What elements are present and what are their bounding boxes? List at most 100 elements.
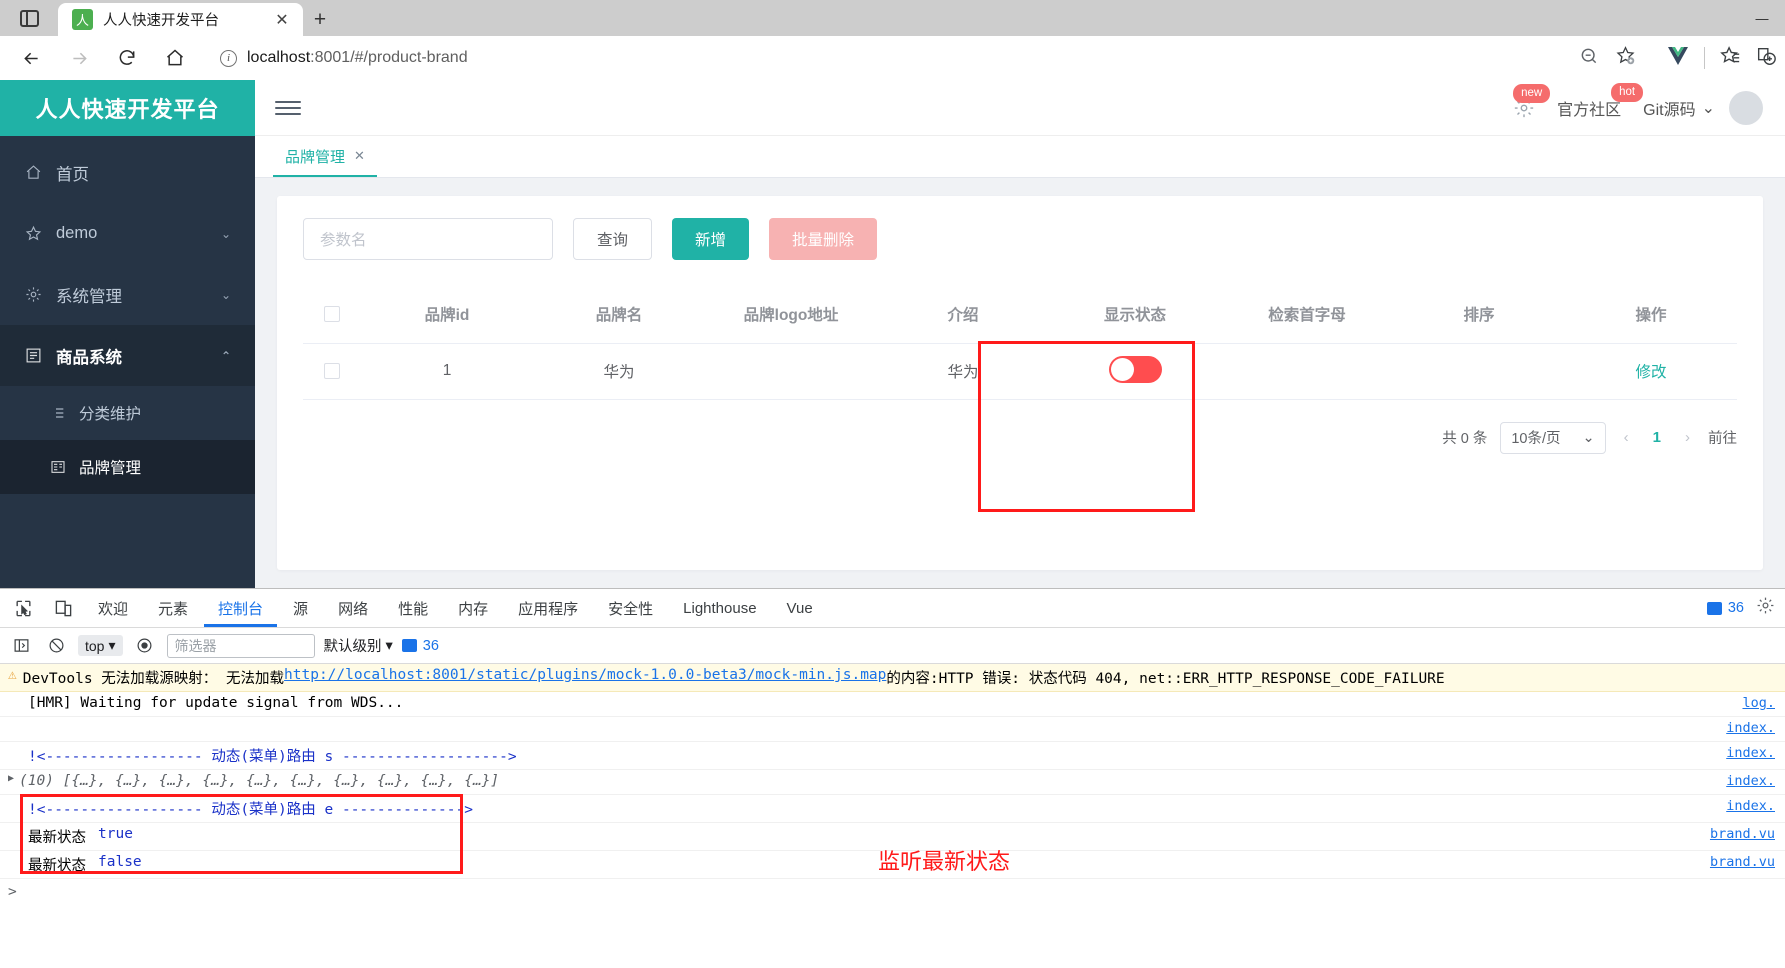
- sidebar-item-demo[interactable]: demo ⌄: [0, 203, 255, 264]
- collections-icon: [19, 9, 39, 27]
- console-output[interactable]: ⚠ DevTools 无法加载源映射： 无法加载 http://localhos…: [0, 664, 1785, 968]
- tab-welcome[interactable]: 欢迎: [84, 589, 142, 627]
- table-row[interactable]: 1 华为 华为 修改: [303, 343, 1737, 400]
- tab-network[interactable]: 网络: [324, 589, 382, 627]
- source-map-link[interactable]: http://localhost:8001/static/plugins/moc…: [284, 667, 886, 683]
- console-prompt[interactable]: >: [0, 879, 1785, 905]
- tab-console[interactable]: 控制台: [204, 589, 277, 627]
- add-favorite-icon[interactable]: [1615, 45, 1636, 71]
- console-row-hmr: [HMR] Waiting for update signal from WDS…: [0, 692, 1785, 717]
- tab-elements[interactable]: 元素: [144, 589, 202, 627]
- sidebar-item-home[interactable]: 首页: [0, 142, 255, 203]
- new-tab-button[interactable]: +: [303, 3, 337, 36]
- console-message-text: !<------------------ 动态(菜单)路由 e --------…: [28, 802, 473, 818]
- show-state-toggle[interactable]: [1108, 356, 1162, 383]
- add-collection-icon[interactable]: [1755, 45, 1777, 72]
- application-viewport: 人人快速开发平台 首页 demo ⌄ 系统管理 ⌄ 商品系统 ⌃ 分类维护 品牌…: [0, 80, 1785, 588]
- close-icon[interactable]: ✕: [354, 148, 365, 164]
- console-source-link[interactable]: log.: [1742, 695, 1775, 711]
- clear-console-icon[interactable]: [43, 633, 69, 659]
- vue-devtools-icon[interactable]: [1666, 46, 1690, 71]
- reload-button[interactable]: [104, 40, 150, 76]
- community-label: 官方社区: [1557, 101, 1622, 119]
- cell-brand-id: 1: [361, 343, 533, 400]
- collections-button[interactable]: [0, 0, 58, 36]
- console-source-link[interactable]: brand.vu: [1710, 826, 1775, 842]
- query-button[interactable]: 查询: [573, 218, 653, 260]
- browser-tab[interactable]: 人 人人快速开发平台 ✕: [58, 3, 303, 36]
- console-row-warning: ⚠ DevTools 无法加载源映射： 无法加载 http://localhos…: [0, 664, 1785, 692]
- favorites-list-icon[interactable]: [1719, 45, 1741, 72]
- zoom-out-icon[interactable]: [1579, 46, 1599, 71]
- inspect-element-icon[interactable]: [4, 589, 42, 627]
- console-source-link[interactable]: index.: [1726, 720, 1775, 736]
- cell-show-state: [1049, 343, 1221, 400]
- batch-delete-button[interactable]: 批量删除: [769, 218, 878, 260]
- browser-toolbar: i localhost:8001/#/product-brand: [0, 36, 1785, 80]
- avatar[interactable]: [1729, 90, 1763, 125]
- devtools-settings-gear-icon[interactable]: [1756, 596, 1775, 620]
- sidebar-item-system[interactable]: 系统管理 ⌄: [0, 264, 255, 325]
- next-page-button[interactable]: ›: [1680, 429, 1695, 446]
- console-source-link[interactable]: index.: [1726, 773, 1775, 789]
- tab-title: 人人快速开发平台: [103, 13, 219, 29]
- git-source-dropdown[interactable]: Git源码 ⌄: [1635, 96, 1723, 120]
- prev-page-button[interactable]: ‹: [1619, 429, 1634, 446]
- settings-new-badge: new: [1513, 83, 1551, 103]
- console-source-link[interactable]: brand.vu: [1710, 854, 1775, 870]
- console-source-link[interactable]: index.: [1726, 798, 1775, 814]
- table-header-row: 品牌id 品牌名 品牌logo地址 介绍 显示状态 检索首字母 排序 操作: [303, 286, 1737, 344]
- sidebar-item-label: 分类维护: [79, 406, 142, 423]
- tab-vue[interactable]: Vue: [773, 589, 827, 627]
- page-size-select[interactable]: 10条/页 ⌄: [1500, 421, 1606, 454]
- live-expression-eye-icon[interactable]: [132, 633, 158, 659]
- execution-context-select[interactable]: top ▾: [78, 635, 123, 656]
- toolbar-divider: [1704, 47, 1705, 69]
- tab-close-icon[interactable]: ✕: [271, 9, 293, 31]
- tab-application[interactable]: 应用程序: [504, 589, 592, 627]
- tab-sources[interactable]: 源: [279, 589, 322, 627]
- list-icon: [48, 405, 67, 421]
- forward-button[interactable]: [56, 40, 102, 76]
- console-issues-badge[interactable]: 36: [401, 637, 439, 654]
- console-source-link[interactable]: index.: [1726, 745, 1775, 761]
- console-sidebar-toggle-icon[interactable]: [8, 633, 34, 659]
- header-actions: new 官方社区 hot Git源码 ⌄: [1505, 82, 1769, 125]
- minimize-button[interactable]: —: [1739, 0, 1785, 36]
- browser-tab-strip: 人 人人快速开发平台 ✕ + —: [0, 0, 1785, 36]
- page-size-label: 10条/页: [1511, 431, 1561, 447]
- community-link[interactable]: 官方社区 hot: [1549, 82, 1644, 120]
- header-settings-button[interactable]: new: [1505, 83, 1551, 119]
- message-count-badge[interactable]: 36: [1706, 600, 1744, 616]
- device-toolbar-icon[interactable]: [44, 589, 82, 627]
- address-bar[interactable]: i localhost:8001/#/product-brand: [206, 42, 1648, 74]
- row-checkbox[interactable]: [324, 362, 340, 379]
- site-info-icon[interactable]: i: [220, 49, 237, 67]
- add-button[interactable]: 新增: [672, 218, 750, 260]
- sidebar-menu: 首页 demo ⌄ 系统管理 ⌄ 商品系统 ⌃ 分类维护 品牌管理: [0, 136, 255, 588]
- issues-count: 36: [422, 637, 439, 654]
- select-all-checkbox[interactable]: [324, 306, 340, 323]
- sidebar-item-goods[interactable]: 商品系统 ⌃: [0, 325, 255, 386]
- tab-lighthouse[interactable]: Lighthouse: [669, 589, 770, 627]
- tab-memory[interactable]: 内存: [444, 589, 502, 627]
- sidebar-item-label: demo: [56, 224, 98, 242]
- page-tab-brand[interactable]: 品牌管理 ✕: [273, 137, 377, 177]
- back-button[interactable]: [8, 40, 54, 76]
- home-button[interactable]: [152, 40, 198, 76]
- log-level-select[interactable]: 默认级别 ▾: [324, 635, 393, 656]
- console-message-text: !<------------------ 动态(菜单)路由 s --------…: [28, 749, 517, 765]
- page-number-1[interactable]: 1: [1647, 429, 1667, 446]
- expand-triangle-icon[interactable]: ▶: [8, 773, 14, 784]
- tab-performance[interactable]: 性能: [384, 589, 442, 627]
- search-input[interactable]: 参数名: [303, 218, 553, 260]
- tab-security[interactable]: 安全性: [594, 589, 667, 627]
- console-filter-input[interactable]: 筛选器: [166, 633, 315, 658]
- brand-icon: [48, 459, 67, 475]
- sidebar-item-brand[interactable]: 品牌管理: [0, 440, 255, 494]
- sidebar-item-category[interactable]: 分类维护: [0, 386, 255, 440]
- chevron-up-icon: ⌃: [220, 348, 231, 363]
- menu-toggle-icon[interactable]: [271, 91, 305, 125]
- cell-sort: [1393, 343, 1565, 400]
- edit-link[interactable]: 修改: [1635, 364, 1666, 381]
